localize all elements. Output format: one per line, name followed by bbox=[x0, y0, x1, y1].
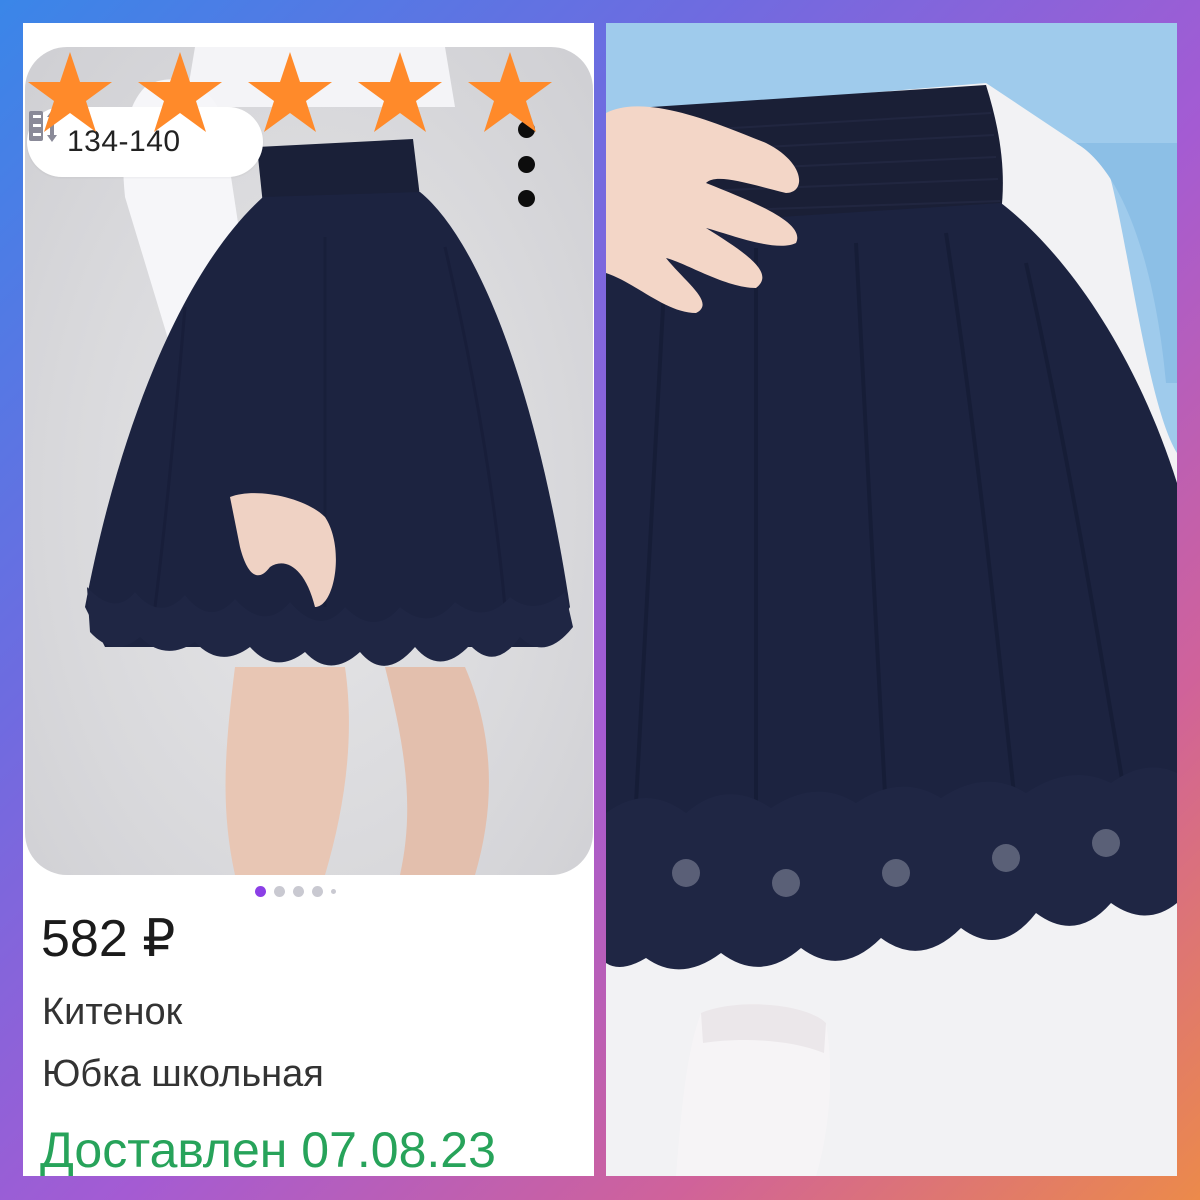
skirt-closeup-illustration bbox=[606, 23, 1177, 1176]
product-card[interactable]: 134-140 582 ₽ Китенок Юбка школьная Дост… bbox=[23, 23, 594, 1176]
carousel-dot-active bbox=[255, 886, 266, 897]
product-photo[interactable]: 134-140 bbox=[25, 47, 593, 875]
product-price: 582 ₽ bbox=[41, 910, 176, 968]
product-photo-closeup bbox=[606, 23, 1177, 1176]
carousel-dot bbox=[274, 886, 285, 897]
star-icon bbox=[468, 52, 552, 132]
carousel-dot bbox=[312, 886, 323, 897]
star-icon bbox=[138, 52, 222, 132]
carousel-dot bbox=[293, 886, 304, 897]
star-icon bbox=[358, 52, 442, 132]
carousel-dot bbox=[331, 889, 336, 894]
rating-stars bbox=[28, 52, 552, 132]
carousel-indicator bbox=[255, 886, 336, 897]
star-icon bbox=[28, 52, 112, 132]
product-name[interactable]: Юбка школьная bbox=[42, 1053, 324, 1096]
star-icon bbox=[248, 52, 332, 132]
product-brand[interactable]: Китенок bbox=[42, 991, 182, 1034]
delivery-status: Доставлен 07.08.23 bbox=[40, 1122, 496, 1176]
